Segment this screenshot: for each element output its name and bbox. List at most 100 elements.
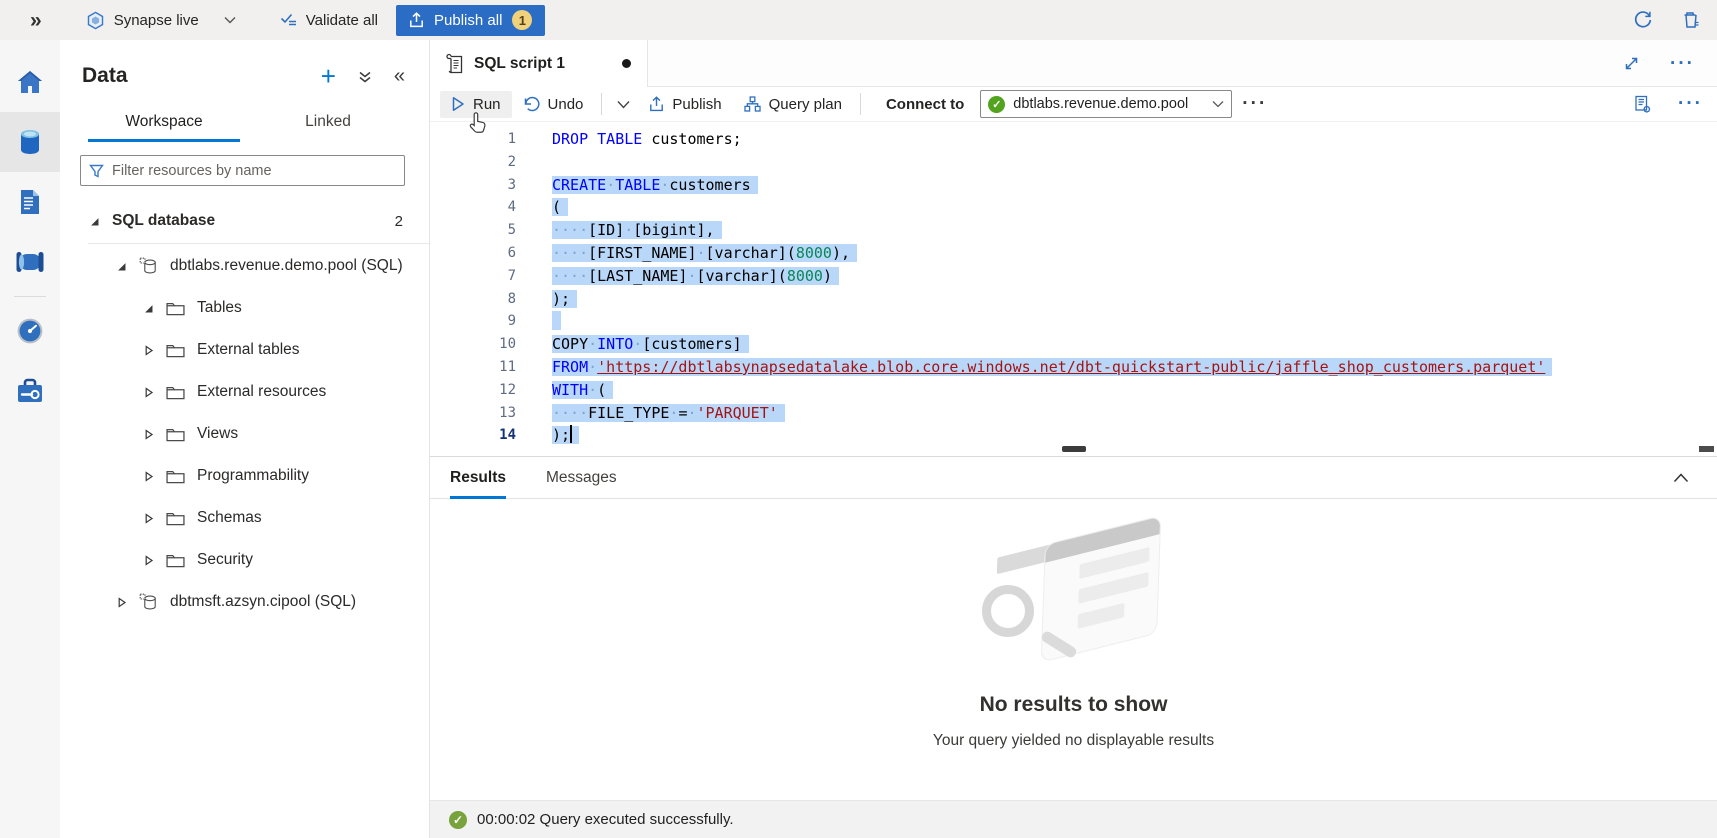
filter-input[interactable] xyxy=(112,163,396,179)
line-content[interactable]: DROP TABLE customers; xyxy=(552,128,742,151)
collapse-results-icon[interactable] xyxy=(1673,473,1689,483)
validate-all-button[interactable]: Validate all xyxy=(280,12,378,29)
code-line-13[interactable]: 13 ····FILE_TYPE·=·'PARQUET' xyxy=(430,402,1717,425)
tree-expand-arrow[interactable] xyxy=(115,597,127,608)
tree-item-dbtlabs-revenue-demo-pool-sql[interactable]: dbtlabs.revenue.demo.pool (SQL) xyxy=(60,245,429,287)
tree-item-views[interactable]: Views xyxy=(60,413,429,455)
collapse-panel-icon[interactable]: « xyxy=(394,66,405,86)
undo-button[interactable]: Undo xyxy=(512,91,595,118)
code-line-3[interactable]: 3 CREATE·TABLE·customers xyxy=(430,174,1717,197)
run-play-icon xyxy=(451,96,465,112)
code-line-4[interactable]: 4( xyxy=(430,196,1717,219)
code-line-1[interactable]: 1DROP TABLE customers; xyxy=(430,128,1717,151)
line-content[interactable]: ····FILE_TYPE·=·'PARQUET' xyxy=(552,402,785,425)
token-pl: ); xyxy=(552,426,570,444)
tree-collapse-arrow[interactable] xyxy=(115,261,127,272)
line-content[interactable] xyxy=(552,310,561,333)
pool-dropdown[interactable]: ✓ dbtlabs.revenue.demo.pool xyxy=(980,90,1232,118)
sql-code-editor[interactable]: 1DROP TABLE customers;23 CREATE·TABLE·cus… xyxy=(430,122,1717,444)
tree-expand-arrow[interactable] xyxy=(142,555,154,566)
line-number: 3 xyxy=(430,174,516,197)
tree-item-external-resources[interactable]: External resources xyxy=(60,371,429,413)
hub-integrate[interactable] xyxy=(0,232,60,292)
publish-button[interactable]: Publish xyxy=(638,91,732,118)
expand-menu-icon[interactable]: » xyxy=(30,10,42,31)
code-line-10[interactable]: 10COPY·INTO·[customers] xyxy=(430,333,1717,356)
tab-sql-script-1[interactable]: SQL script 1 xyxy=(430,40,648,87)
script-settings-icon[interactable] xyxy=(1633,95,1652,114)
tab-workspace[interactable]: Workspace xyxy=(88,104,240,142)
hub-data[interactable] xyxy=(0,112,60,172)
tree-item-dbtmsft-azsyn-cipool-sql[interactable]: dbtmsft.azsyn.cipool (SQL) xyxy=(60,581,429,623)
mode-selector[interactable]: Synapse live xyxy=(86,11,236,30)
token-kw: TABLE xyxy=(597,130,642,148)
hub-manage[interactable] xyxy=(0,361,60,421)
code-line-7[interactable]: 7····[LAST_NAME]·[varchar](8000) xyxy=(430,265,1717,288)
tree-expand-arrow[interactable] xyxy=(142,429,154,440)
tree-expand-arrow[interactable] xyxy=(142,345,154,356)
line-content[interactable]: ····[LAST_NAME]·[varchar](8000) xyxy=(552,265,839,288)
line-number: 13 xyxy=(430,402,516,425)
refresh-icon[interactable] xyxy=(1633,10,1653,30)
main-area: SQL script 1 ··· Run U xyxy=(430,40,1717,838)
line-content[interactable]: FROM·'https://dbtlabsynapsedatalake.blob… xyxy=(552,356,1552,379)
tree-collapse-arrow[interactable] xyxy=(88,216,100,227)
line-content[interactable]: COPY·INTO·[customers] xyxy=(552,333,749,356)
hub-monitor[interactable] xyxy=(0,301,60,361)
hub-home[interactable] xyxy=(0,52,60,112)
line-content[interactable]: ····[ID]·[bigint], xyxy=(552,219,722,242)
line-content[interactable]: ····[FIRST_NAME]·[varchar](8000), xyxy=(552,242,857,265)
results-splitter[interactable] xyxy=(430,444,1717,456)
tree-item-security[interactable]: Security xyxy=(60,539,429,581)
add-resource-button[interactable]: + xyxy=(321,66,336,86)
expand-editor-icon[interactable] xyxy=(1623,55,1640,72)
tree-expand-arrow[interactable] xyxy=(142,387,154,398)
token-pl: ); xyxy=(552,290,570,308)
tab-results[interactable]: Results xyxy=(450,457,506,499)
splitter-handle-icon[interactable] xyxy=(1062,446,1086,452)
hub-develop[interactable] xyxy=(0,172,60,232)
line-content[interactable]: CREATE·TABLE·customers xyxy=(552,174,758,197)
publish-all-button[interactable]: Publish all 1 xyxy=(396,5,545,36)
tree-item-tables[interactable]: Tables xyxy=(60,287,429,329)
line-content[interactable]: ); xyxy=(552,424,579,444)
tree-item-schemas[interactable]: Schemas xyxy=(60,497,429,539)
collapse-all-icon[interactable] xyxy=(358,69,372,84)
code-line-5[interactable]: 5····[ID]·[bigint], xyxy=(430,219,1717,242)
tab-more-icon[interactable]: ··· xyxy=(1670,53,1695,75)
query-plan-button[interactable]: Query plan xyxy=(733,91,853,118)
run-options-chevron[interactable] xyxy=(609,95,638,114)
code-line-14[interactable]: 14); xyxy=(430,424,1717,444)
token-pl: [LAST_NAME] xyxy=(588,267,687,285)
query-status-bar: ✓ 00:00:02 Query executed successfully. xyxy=(430,800,1717,838)
data-explorer-panel: Data + « Workspace Linked SQL database2d… xyxy=(60,40,430,838)
tab-linked[interactable]: Linked xyxy=(272,104,384,142)
line-number: 6 xyxy=(430,242,516,265)
filter-resources-box[interactable] xyxy=(80,155,405,186)
token-ws: ···· xyxy=(552,404,588,422)
tree-item-programmability[interactable]: Programmability xyxy=(60,455,429,497)
code-line-11[interactable]: 11FROM·'https://dbtlabsynapsedatalake.bl… xyxy=(430,356,1717,379)
toolbar-more-button[interactable]: ··· xyxy=(1232,93,1277,115)
code-line-6[interactable]: 6 ····[FIRST_NAME]·[varchar](8000), xyxy=(430,242,1717,265)
editor-more-button[interactable]: ··· xyxy=(1678,93,1703,115)
folder-icon xyxy=(166,553,185,568)
token-pl: ) xyxy=(823,267,832,285)
token-pl: customers xyxy=(669,176,750,194)
line-content[interactable]: ( xyxy=(552,196,568,219)
code-line-12[interactable]: 12WITH·( xyxy=(430,379,1717,402)
line-content[interactable]: WITH·( xyxy=(552,379,613,402)
tree-expand-arrow[interactable] xyxy=(142,513,154,524)
line-content[interactable]: ); xyxy=(552,288,577,311)
tree-expand-arrow[interactable] xyxy=(142,471,154,482)
run-label: Run xyxy=(473,96,501,113)
code-line-2[interactable]: 2 xyxy=(430,151,1717,174)
code-line-8[interactable]: 8); xyxy=(430,288,1717,311)
discard-trash-icon[interactable] xyxy=(1681,10,1701,30)
run-button[interactable]: Run xyxy=(440,91,512,118)
tree-item-external-tables[interactable]: External tables xyxy=(60,329,429,371)
tab-messages[interactable]: Messages xyxy=(546,457,617,499)
tree-collapse-arrow[interactable] xyxy=(142,303,154,314)
tree-item-sql-database[interactable]: SQL database2 xyxy=(60,200,429,242)
code-line-9[interactable]: 9 xyxy=(430,310,1717,333)
